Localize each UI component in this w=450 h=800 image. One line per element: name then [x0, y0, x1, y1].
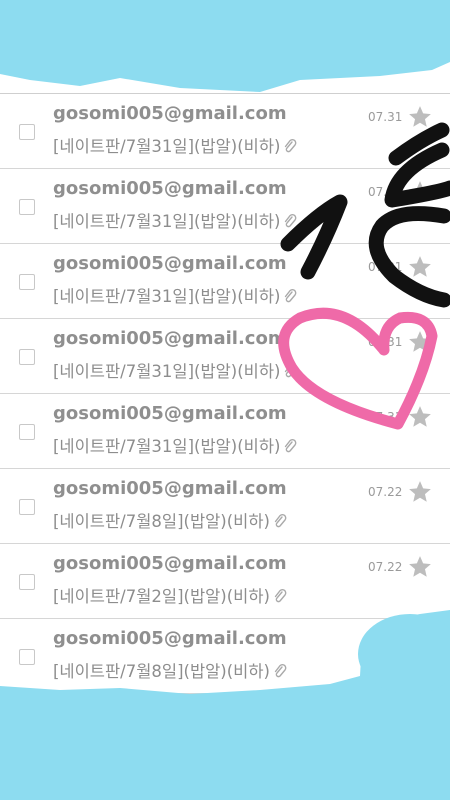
email-row[interactable]: gosomi005@gmail.com [네이트판/7월31일](밥알)(비하)…	[0, 94, 450, 169]
email-sender: gosomi005@gmail.com	[53, 478, 287, 499]
email-sender: gosomi005@gmail.com	[53, 403, 287, 424]
email-checkbox[interactable]	[19, 574, 35, 590]
email-date: 07.31	[368, 185, 403, 199]
email-sender: gosomi005@gmail.com	[53, 178, 287, 199]
email-subject-text: [네이트판/7월31일](밥알)(비하)	[53, 362, 281, 381]
email-row[interactable]: gosomi005@gmail.com [네이트판/7월8일](밥알)(비하) …	[0, 469, 450, 544]
paperclip-icon	[274, 663, 287, 678]
email-date: 07.31	[368, 335, 403, 349]
email-subject-text: [네이트판/7월2일](밥알)(비하)	[53, 587, 270, 606]
star-icon[interactable]	[407, 329, 433, 355]
email-checkbox[interactable]	[19, 499, 35, 515]
star-icon[interactable]	[407, 254, 433, 280]
email-date: 07.31	[368, 410, 403, 424]
email-subject: [네이트판/7월8일](밥알)(비하)	[53, 508, 287, 532]
email-date: 07.22	[368, 485, 403, 499]
email-row[interactable]: gosomi005@gmail.com [네이트판/7월31일](밥알)(비하)…	[0, 394, 450, 469]
paperclip-icon	[285, 363, 297, 378]
email-date: 07.31	[368, 260, 403, 274]
email-subject-text: [네이트판/7월31일](밥알)(비하)	[53, 137, 281, 156]
email-subject-text: [네이트판/7월8일](밥알)(비하)	[53, 662, 270, 681]
email-subject: [네이트판/7월31일](밥알)(비하)	[53, 208, 297, 232]
email-date: 07.22	[368, 635, 403, 649]
email-subject-text: [네이트판/7월31일](밥알)(비하)	[53, 437, 281, 456]
paperclip-icon	[274, 513, 287, 528]
email-subject: [네이트판/7월31일](밥알)(비하)	[53, 358, 297, 382]
email-row[interactable]: gosomi005@gmail.com [네이트판/7월31일](밥알)(비하)…	[0, 169, 450, 244]
email-sender: gosomi005@gmail.com	[53, 253, 287, 274]
email-row[interactable]: gosomi005@gmail.com [네이트판/7월2일](밥알)(비하) …	[0, 544, 450, 619]
select-all-checkbox[interactable]	[19, 56, 35, 72]
email-row[interactable]: gosomi005@gmail.com [네이트판/7월31일](밥알)(비하)…	[0, 319, 450, 394]
email-subject: [네이트판/7월2일](밥알)(비하)	[53, 583, 287, 607]
email-checkbox[interactable]	[19, 124, 35, 140]
email-date: 07.22	[368, 560, 403, 574]
email-row[interactable]: gosomi005@gmail.com [네이트판/7월31일](밥알)(비하)…	[0, 244, 450, 319]
email-date: 07.31	[368, 110, 403, 124]
email-row[interactable]: gosomi005@gmail.com [네이트판/7월8일](밥알)(비하) …	[0, 619, 450, 694]
star-icon[interactable]	[407, 104, 433, 130]
email-subject: [네이트판/7월8일](밥알)(비하)	[53, 658, 287, 682]
star-icon[interactable]	[407, 479, 433, 505]
email-sender: gosomi005@gmail.com	[53, 553, 287, 574]
paperclip-icon	[274, 588, 287, 603]
email-sender: gosomi005@gmail.com	[53, 328, 287, 349]
paperclip-icon	[285, 138, 297, 153]
email-subject-text: [네이트판/7월8일](밥알)(비하)	[53, 512, 270, 531]
star-icon[interactable]	[407, 554, 433, 580]
email-subject-text: [네이트판/7월31일](밥알)(비하)	[53, 212, 281, 231]
page-title: 보낸메일함	[53, 55, 150, 79]
paperclip-icon	[285, 288, 297, 303]
star-icon[interactable]	[407, 629, 433, 655]
email-checkbox[interactable]	[19, 199, 35, 215]
star-icon[interactable]	[407, 179, 433, 205]
email-checkbox[interactable]	[19, 274, 35, 290]
mailbox-header: 보낸메일함	[0, 38, 450, 94]
email-list: gosomi005@gmail.com [네이트판/7월31일](밥알)(비하)…	[0, 94, 450, 694]
paperclip-icon	[285, 213, 297, 228]
paperclip-icon	[285, 438, 297, 453]
email-subject: [네이트판/7월31일](밥알)(비하)	[53, 283, 297, 307]
email-subject: [네이트판/7월31일](밥알)(비하)	[53, 133, 297, 157]
email-checkbox[interactable]	[19, 649, 35, 665]
star-icon[interactable]	[407, 404, 433, 430]
email-checkbox[interactable]	[19, 424, 35, 440]
refresh-icon[interactable]	[155, 55, 177, 77]
email-sender: gosomi005@gmail.com	[53, 628, 287, 649]
email-checkbox[interactable]	[19, 349, 35, 365]
email-subject-text: [네이트판/7월31일](밥알)(비하)	[53, 287, 281, 306]
email-subject: [네이트판/7월31일](밥알)(비하)	[53, 433, 297, 457]
email-sender: gosomi005@gmail.com	[53, 103, 287, 124]
